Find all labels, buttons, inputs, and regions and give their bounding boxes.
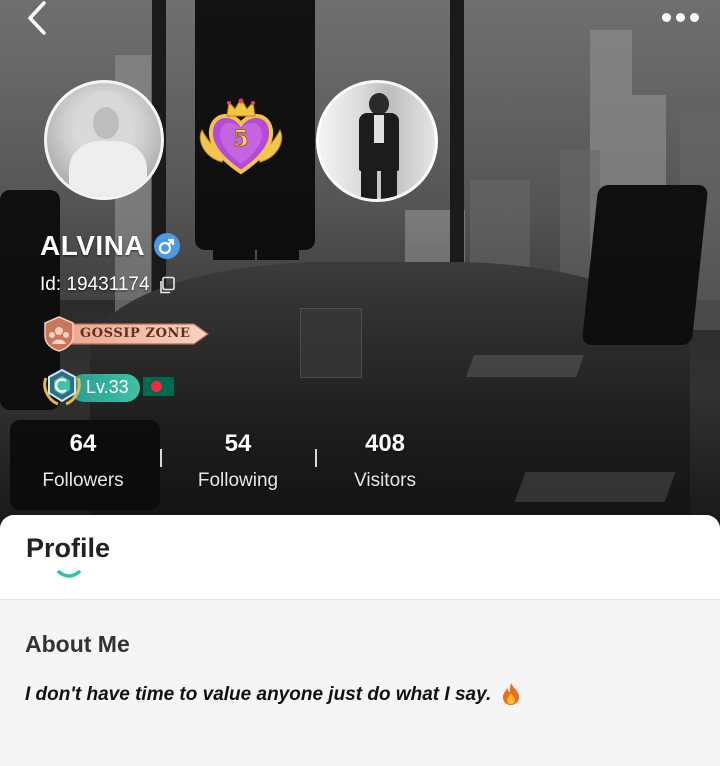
following-label: Following — [197, 470, 279, 491]
user-name: ALVINA — [40, 230, 146, 261]
level-emblem-icon — [42, 368, 82, 406]
chevron-left-icon — [28, 1, 46, 35]
male-icon — [154, 233, 180, 259]
crown-heart-icon: 5 — [199, 98, 283, 175]
visitors-label: Visitors — [354, 470, 416, 491]
bangladesh-flag-icon — [143, 377, 174, 396]
stat-divider — [315, 449, 317, 467]
tab-profile[interactable]: Profile — [26, 533, 110, 564]
heart-level-badge[interactable]: 5 — [196, 96, 286, 178]
tab-active-indicator — [57, 570, 81, 578]
cp-partner-avatar[interactable] — [316, 80, 438, 202]
heart-badge-number: 5 — [233, 126, 248, 152]
more-horizontal-icon — [662, 13, 671, 22]
back-button[interactable] — [24, 0, 54, 36]
family-shield-icon — [44, 316, 74, 352]
more-options-button[interactable] — [660, 8, 700, 28]
user-avatar[interactable] — [44, 80, 164, 200]
following-count: 54 — [224, 430, 252, 457]
profile-content-card: Profile About Me I don't have time to va… — [0, 515, 720, 766]
followers-label: Followers — [42, 470, 124, 491]
visitors-count: 408 — [364, 430, 406, 457]
level-text: Lv.33 — [86, 377, 129, 397]
tab-bar: Profile — [0, 515, 720, 600]
user-id: Id: 19431174 — [40, 274, 150, 295]
about-me-heading: About Me — [25, 631, 130, 657]
copy-icon[interactable] — [158, 276, 176, 294]
stat-divider — [160, 449, 162, 467]
about-me-text: I don't have time to value anyone just d… — [25, 684, 492, 705]
fire-icon — [503, 683, 519, 705]
family-badge-label: GOSSIP ZONE — [80, 326, 191, 341]
followers-count: 64 — [69, 430, 97, 457]
